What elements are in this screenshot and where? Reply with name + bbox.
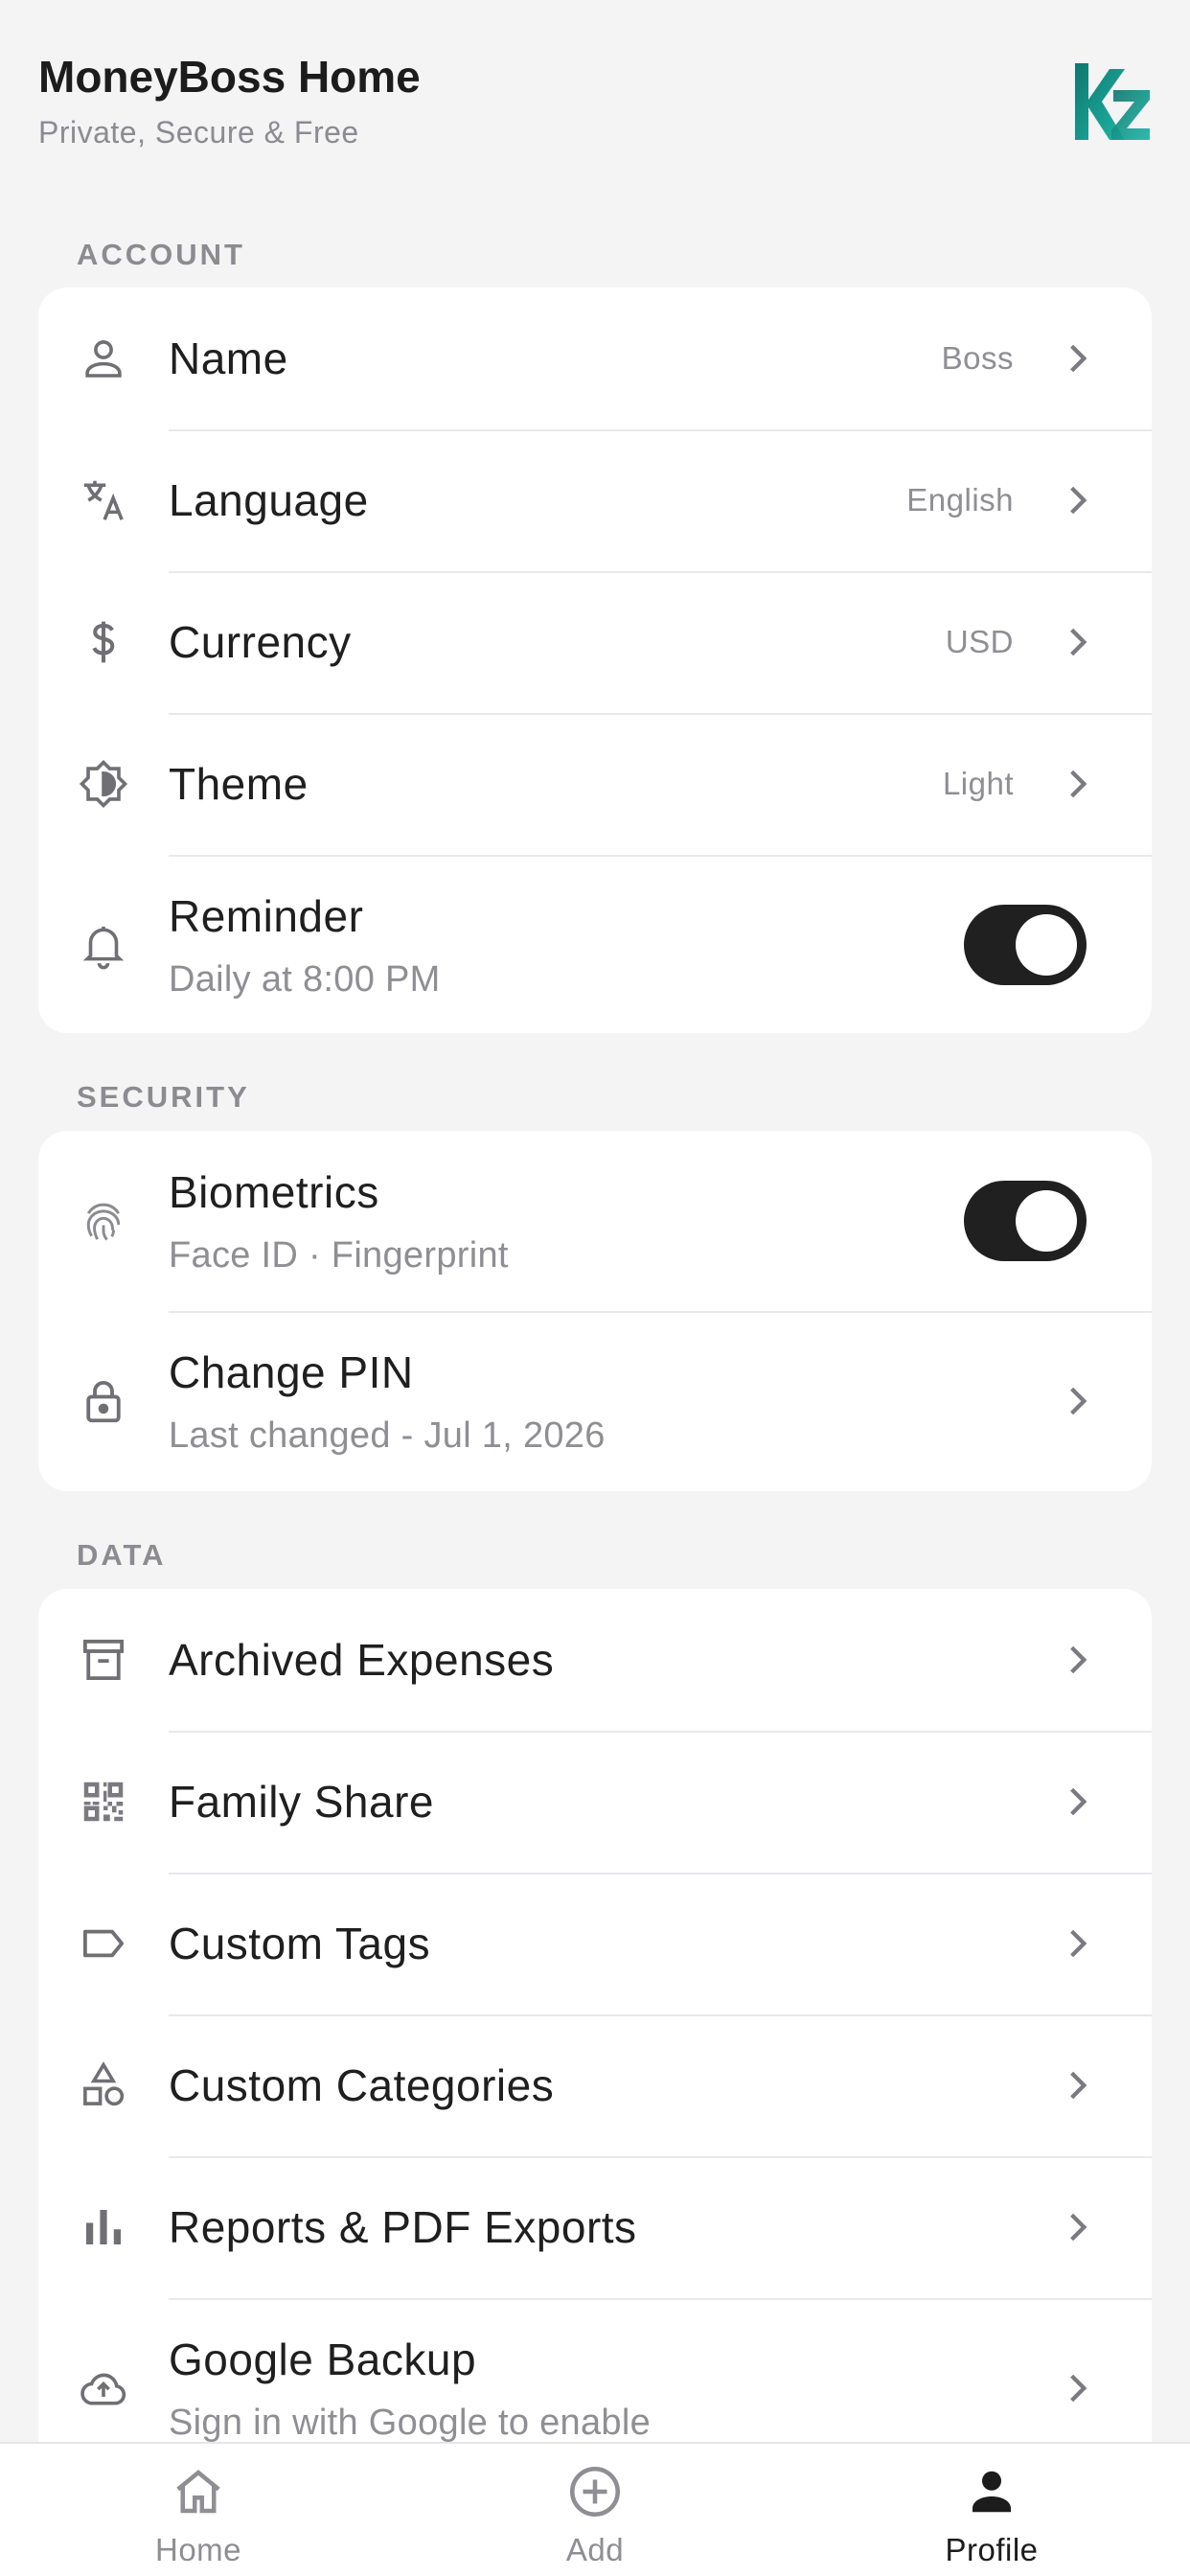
section-label-security: SECURITY [77, 1080, 250, 1114]
data-card: Archived Expenses Family Share Custom Ta… [38, 1589, 1152, 2547]
person-icon [38, 333, 169, 384]
archive-icon [38, 1634, 169, 1686]
row-subtitle: Sign in with Google to enable [169, 2403, 652, 2443]
row-title: Name [169, 334, 288, 383]
dollar-icon [38, 616, 169, 668]
reminder-toggle[interactable] [964, 905, 1087, 985]
profile-icon [973, 2471, 1011, 2513]
shapes-icon [38, 2059, 169, 2111]
row-title: Archived Expenses [169, 1635, 555, 1685]
settings-row-biometrics[interactable]: Biometrics Face ID · Fingerprint [38, 1131, 1152, 1311]
toggle-knob [1016, 1190, 1077, 1252]
biometrics-toggle[interactable] [964, 1181, 1087, 1261]
app-title: MoneyBoss Home [38, 52, 421, 102]
bell-icon [38, 919, 169, 971]
tag-icon [38, 1918, 169, 1969]
row-title: Biometrics [169, 1167, 379, 1217]
toggle-knob [1016, 914, 1077, 976]
settings-row-name[interactable]: Name Boss [38, 288, 1152, 429]
bar-chart-icon [38, 2201, 169, 2253]
settings-row-family-share[interactable]: Family Share [38, 1731, 1152, 1873]
home-icon [176, 2470, 220, 2514]
chevron-right-icon [1035, 2069, 1092, 2102]
header: MoneyBoss Home Private, Secure & Free [38, 50, 1152, 165]
chevron-right-icon [1035, 626, 1092, 658]
chevron-right-icon [1035, 1385, 1092, 1417]
brightness-icon [38, 758, 169, 810]
settings-row-custom-tags[interactable]: Custom Tags [38, 1873, 1152, 2014]
lock-icon [38, 1375, 169, 1427]
chevron-right-icon [1035, 484, 1092, 517]
chevron-right-icon [1035, 2211, 1092, 2243]
row-value: USD [945, 624, 1014, 659]
translate-icon [38, 474, 169, 526]
row-title: Change PIN [169, 1347, 414, 1397]
chevron-right-icon [1035, 342, 1092, 375]
settings-screen: MoneyBoss Home Private, Secure & Free AC… [0, 0, 1190, 2576]
nav-home[interactable]: Home [0, 2444, 397, 2576]
account-card: Name Boss Language English Currency USD … [38, 288, 1152, 1033]
row-subtitle: Last changed - Jul 1, 2026 [169, 1415, 606, 1456]
row-title: Family Share [169, 1777, 434, 1827]
row-title: Theme [169, 759, 309, 809]
nav-label: Home [154, 2532, 242, 2567]
chevron-right-icon [1035, 2372, 1092, 2404]
nav-add[interactable]: Add [397, 2444, 793, 2576]
row-subtitle: Face ID · Fingerprint [169, 1235, 509, 1276]
add-circle-icon [570, 2467, 620, 2517]
app-subtitle: Private, Secure & Free [38, 115, 359, 150]
row-value: English [906, 482, 1014, 518]
nav-label: Profile [945, 2532, 1039, 2567]
row-title: Google Backup [169, 2334, 477, 2384]
row-title: Custom Tags [169, 1919, 431, 1968]
fingerprint-icon [38, 1195, 169, 1247]
row-title: Currency [169, 617, 352, 667]
chevron-right-icon [1035, 1927, 1092, 1960]
settings-row-theme[interactable]: Theme Light [38, 713, 1152, 855]
bottom-navigation: Home Add Profile [0, 2442, 1190, 2576]
settings-row-custom-categories[interactable]: Custom Categories [38, 2014, 1152, 2156]
nav-profile[interactable]: Profile [793, 2444, 1190, 2576]
row-title: Reminder [169, 891, 364, 941]
row-title: Reports & PDF Exports [169, 2202, 637, 2252]
row-title: Custom Categories [169, 2060, 555, 2110]
cloud-upload-icon [38, 2362, 169, 2414]
settings-row-language[interactable]: Language English [38, 429, 1152, 571]
chevron-right-icon [1035, 768, 1092, 800]
settings-row-archived-expenses[interactable]: Archived Expenses [38, 1589, 1152, 1731]
section-label-data: DATA [77, 1538, 167, 1572]
chevron-right-icon [1035, 1785, 1092, 1818]
settings-row-reminder[interactable]: Reminder Daily at 8:00 PM [38, 855, 1152, 1033]
settings-row-change-pin[interactable]: Change PIN Last changed - Jul 1, 2026 [38, 1311, 1152, 1491]
row-title: Language [169, 475, 369, 525]
nav-label: Add [565, 2532, 625, 2567]
row-value: Light [942, 766, 1014, 801]
row-subtitle: Daily at 8:00 PM [169, 959, 441, 1000]
settings-row-currency[interactable]: Currency USD [38, 571, 1152, 713]
security-card: Biometrics Face ID · Fingerprint Change … [38, 1131, 1152, 1491]
row-value: Boss [941, 340, 1014, 376]
kz-logo-icon [1071, 58, 1152, 148]
qr-code-icon [38, 1776, 169, 1828]
chevron-right-icon [1035, 1644, 1092, 1676]
settings-row-reports[interactable]: Reports & PDF Exports [38, 2156, 1152, 2298]
section-label-account: ACCOUNT [77, 238, 245, 271]
